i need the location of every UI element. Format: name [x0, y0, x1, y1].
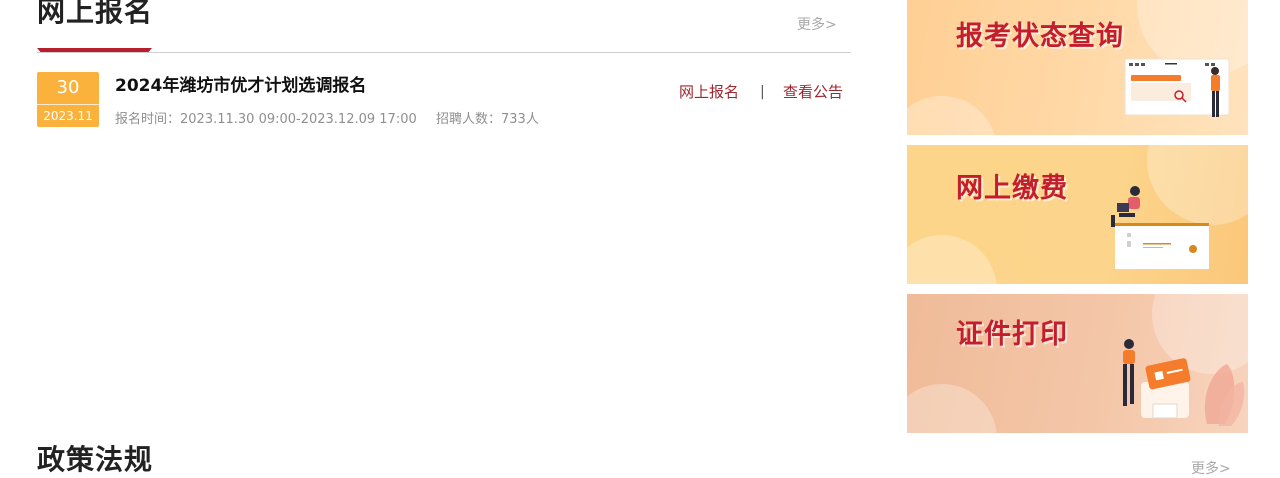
date-separator	[37, 104, 99, 105]
section-divider-accent	[37, 48, 152, 52]
policy-more-link[interactable]: 更多>	[1191, 460, 1231, 478]
recruit-count: 招聘人数：733人	[436, 112, 539, 127]
apply-online-link[interactable]: 网上报名	[679, 82, 739, 102]
certificate-print-illustration-icon	[1123, 339, 1245, 426]
decor-circle	[907, 96, 997, 135]
registration-time: 报名时间：2023.11.30 09:00-2023.12.09 17:00	[115, 112, 417, 127]
banner-title: 网上缴费	[956, 173, 1068, 204]
online-registration-title: 网上报名	[37, 0, 154, 28]
status-query-illustration-icon	[1124, 58, 1230, 117]
section-divider	[37, 52, 851, 53]
decor-circle	[907, 384, 997, 433]
banner-title: 证件打印	[956, 319, 1068, 350]
policy-title: 政策法规	[37, 443, 154, 476]
banner-certificate-print[interactable]: 证件打印	[907, 294, 1248, 433]
date-day: 30	[56, 77, 80, 98]
date-badge: 30 2023.11	[37, 72, 99, 127]
online-registration-more-link[interactable]: 更多>	[797, 16, 837, 34]
date-year-month: 2023.11	[43, 109, 93, 123]
link-separator: |	[760, 84, 765, 100]
banner-status-query[interactable]: 报考状态查询	[907, 0, 1248, 135]
item-title-link[interactable]: 2024年潍坊市优才计划选调报名	[115, 75, 366, 97]
view-notice-link[interactable]: 查看公告	[783, 82, 843, 102]
banner-online-payment[interactable]: 网上缴费	[907, 145, 1248, 284]
decor-circle	[907, 235, 997, 284]
banner-title: 报考状态查询	[956, 21, 1124, 52]
online-payment-illustration-icon	[1111, 186, 1209, 269]
